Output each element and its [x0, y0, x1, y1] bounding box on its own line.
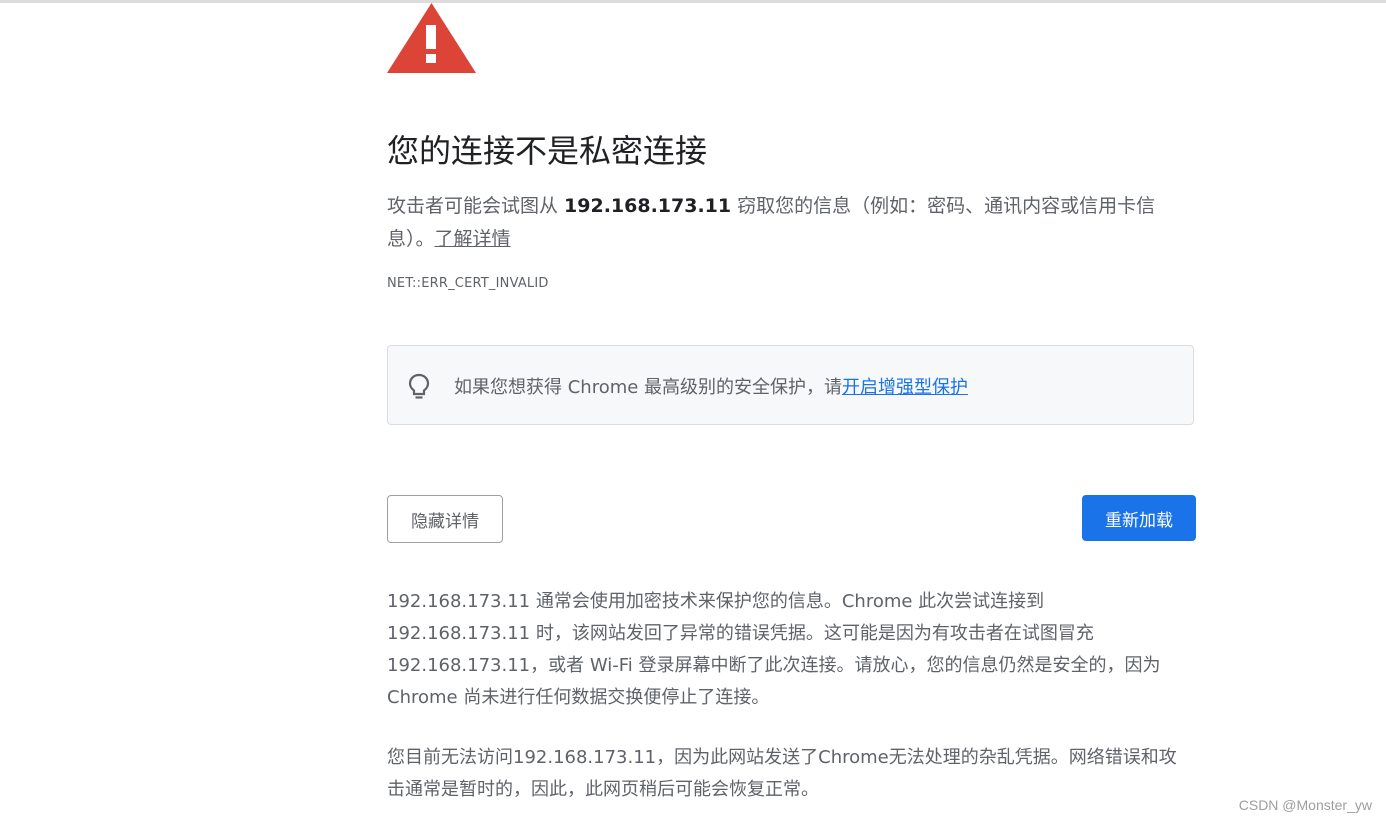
details-text-1: 192.168.173.11 通常会使用加密技术来保护您的信息。Chrome 此… [387, 591, 1161, 708]
details-text-2: 您目前无法访问192.168.173.11，因为此网站发送了Chrome无法处理… [387, 747, 1177, 800]
enable-enhanced-protection-link[interactable]: 开启增强型保护 [842, 377, 968, 398]
error-description: 攻击者可能会试图从 192.168.173.11 窃取您的信息（例如：密码、通讯… [387, 190, 1187, 256]
description-text: 攻击者可能会试图从 [387, 195, 565, 217]
lightbulb-icon [408, 373, 430, 399]
hide-details-button[interactable]: 隐藏详情 [387, 495, 503, 543]
watermark: CSDN @Monster_yw [1238, 797, 1372, 813]
page-title: 您的连接不是私密连接 [387, 132, 708, 170]
error-code: NET::ERR_CERT_INVALID [387, 276, 549, 291]
reload-button[interactable]: 重新加载 [1082, 495, 1196, 541]
tip-text: 如果您想获得 Chrome 最高级别的安全保护，请开启增强型保护 [454, 373, 968, 399]
details-paragraph-1: 192.168.173.11 通常会使用加密技术来保护您的信息。Chrome 此… [387, 586, 1187, 714]
enhanced-protection-tip: 如果您想获得 Chrome 最高级别的安全保护，请开启增强型保护 [387, 345, 1194, 425]
host-name: 192.168.173.11 [564, 195, 732, 217]
top-border [0, 0, 1386, 3]
tip-message: 如果您想获得 Chrome 最高级别的安全保护，请 [454, 377, 843, 398]
learn-more-link[interactable]: 了解详情 [435, 228, 511, 250]
warning-triangle-icon [387, 3, 476, 73]
details-paragraph-2: 您目前无法访问192.168.173.11，因为此网站发送了Chrome无法处理… [387, 742, 1187, 806]
